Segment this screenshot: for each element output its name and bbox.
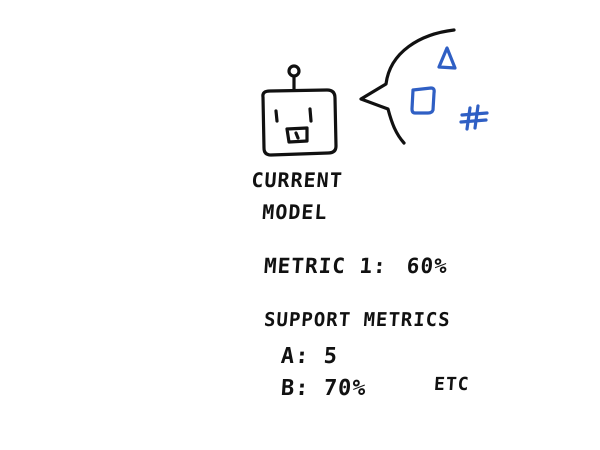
model-caption-line1: CURRENT: [250, 168, 344, 192]
support-metric-a-value: 5: [322, 344, 339, 369]
primary-metric-value: 60%: [405, 254, 449, 278]
model-caption: CURRENT MODEL: [234, 164, 358, 228]
primary-metric-label: METRIC 1:: [263, 254, 388, 278]
hash-stroke-4: [459, 118, 488, 124]
hash-stroke-2: [473, 104, 480, 130]
support-metric-b-value: 70%: [322, 376, 368, 401]
hash-stroke-3: [460, 111, 489, 117]
speech-bubble-outline: [359, 28, 456, 145]
robot-right-eye: [308, 107, 313, 123]
support-metric-b-label: B:: [280, 376, 311, 401]
speech-bubble-icon: [359, 28, 456, 145]
hash-stroke-1: [465, 106, 472, 131]
support-metric-b: B: 70%: [280, 376, 367, 401]
robot-left-eye: [274, 109, 279, 123]
etc-label: ETC: [433, 374, 471, 395]
triangle-icon: [437, 46, 457, 70]
robot-head: [261, 88, 338, 157]
primary-metric: METRIC 1: 60%: [263, 254, 448, 278]
support-metric-a-label: A:: [280, 344, 311, 369]
square-icon: [410, 86, 436, 115]
support-metric-a: A: 5: [280, 344, 339, 369]
support-metrics-heading: SUPPORT METRICS: [263, 309, 452, 331]
robot-antenna-ball: [287, 64, 301, 78]
hash-icon: [459, 104, 489, 131]
model-caption-line2: MODEL: [261, 200, 329, 224]
robot-head-icon: [261, 64, 338, 157]
robot-tongue: [294, 131, 300, 140]
